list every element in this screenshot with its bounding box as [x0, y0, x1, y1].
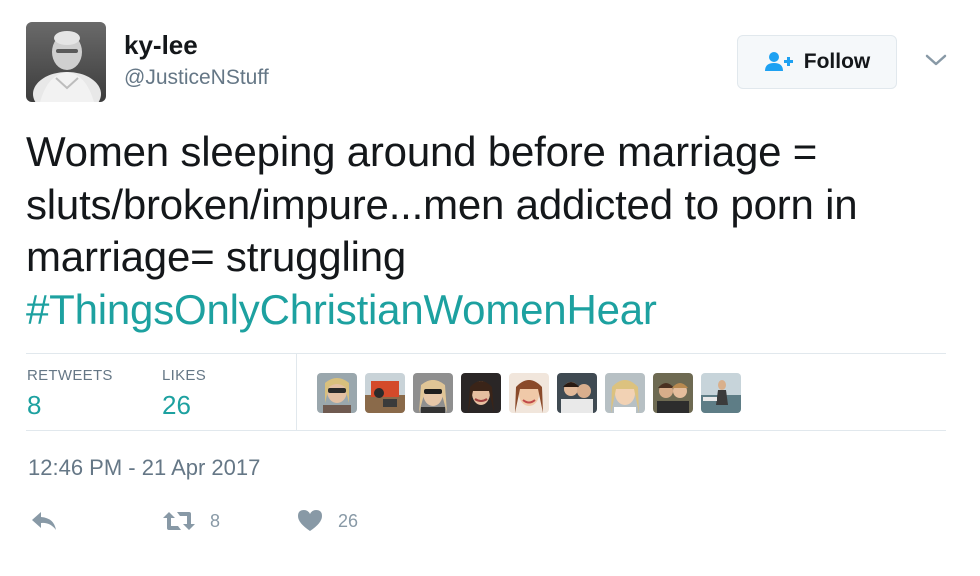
tweet-timestamp[interactable]: 12:46 PM - 21 Apr 2017: [28, 455, 260, 481]
user-handle[interactable]: @JusticeNStuff: [124, 66, 269, 90]
divider: [26, 430, 946, 431]
chevron-down-icon[interactable]: [924, 52, 948, 68]
liker-avatar[interactable]: [557, 373, 597, 413]
divider: [26, 353, 946, 354]
retweet-count: 8: [210, 510, 221, 531]
tweet-text-line: sluts/broken/impure...men addicted to po…: [26, 180, 858, 228]
avatar-photo: [26, 22, 106, 102]
retweets-count[interactable]: 8: [27, 390, 41, 421]
retweets-label: RETWEETS: [27, 367, 113, 384]
tweet-text-line: Women sleeping around before marriage =: [26, 128, 818, 175]
avatar[interactable]: [26, 22, 106, 102]
liker-avatar[interactable]: [653, 373, 693, 413]
retweet-icon: [163, 512, 195, 530]
liker-avatar[interactable]: [413, 373, 453, 413]
display-name[interactable]: ky-lee: [124, 30, 198, 61]
reply-button[interactable]: [30, 505, 58, 537]
liker-avatar[interactable]: [461, 373, 501, 413]
tweet-text: Women sleeping around before marriage = …: [26, 126, 956, 336]
add-user-icon: [764, 51, 794, 73]
liker-avatar[interactable]: [317, 373, 357, 413]
stats-divider: [296, 354, 297, 430]
liker-avatar[interactable]: [605, 373, 645, 413]
reply-icon: [32, 512, 56, 530]
like-button[interactable]: 26: [296, 505, 358, 537]
liker-avatar[interactable]: [509, 373, 549, 413]
follow-button-label: Follow: [803, 50, 871, 73]
likes-label: LIKES: [162, 367, 207, 384]
retweet-button[interactable]: 8: [162, 505, 220, 537]
hashtag-link[interactable]: #ThingsOnlyChristianWomenHear: [26, 284, 956, 337]
tweet-text-line: marriage= struggling: [26, 233, 407, 280]
heart-icon: [298, 510, 322, 531]
liker-avatar[interactable]: [365, 373, 405, 413]
follow-button[interactable]: Follow: [737, 35, 897, 89]
likers-avatars: [317, 373, 749, 413]
likes-count[interactable]: 26: [162, 390, 191, 421]
liker-avatar[interactable]: [701, 373, 741, 413]
like-count: 26: [338, 510, 359, 531]
